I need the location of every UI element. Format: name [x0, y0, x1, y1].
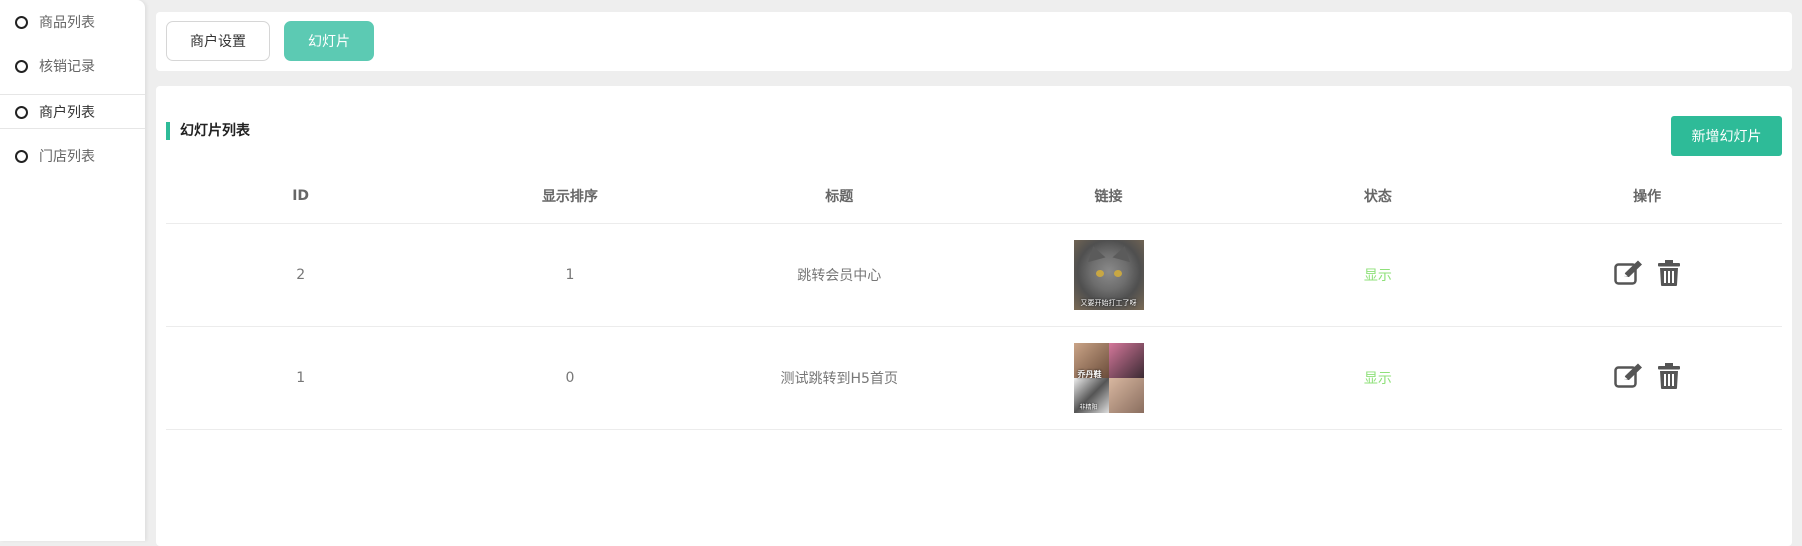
cell-id: 2	[296, 267, 306, 283]
sidebar-item-redemption-records[interactable]: 核销记录	[0, 44, 145, 88]
sidebar-item-label: 商户列表	[39, 105, 95, 121]
thumbnail-caption: 非精阳	[1079, 404, 1098, 411]
tab-bar: 商户设置 幻灯片	[156, 12, 1792, 71]
circle-icon	[15, 105, 28, 119]
sidebar: 商品列表 核销记录 商户列表 门店列表	[0, 0, 145, 541]
tab-merchant-settings[interactable]: 商户设置	[166, 21, 270, 61]
table-row: 2 1 跳转会员中心 又要开始打工了呀 显示	[166, 224, 1782, 327]
edit-icon[interactable]	[1614, 260, 1644, 290]
column-header-status: 状态	[1363, 188, 1392, 205]
circle-icon	[15, 149, 28, 163]
column-header-actions: 操作	[1633, 188, 1662, 205]
column-header-sort: 显示排序	[541, 188, 598, 205]
trash-icon[interactable]	[1658, 363, 1681, 393]
slide-thumbnail[interactable]: 又要开始打工了呀	[1073, 240, 1144, 310]
slideshow-panel: 幻灯片列表 新增幻灯片 ID 显示排序 标题 链接 状态 操作 2 1 跳转会员…	[156, 86, 1792, 546]
cell-link: 乔丹鞋 非精阳	[974, 343, 1243, 413]
slides-table: ID 显示排序 标题 链接 状态 操作 2 1 跳转会员中心 又要开始打工了呀 …	[166, 168, 1782, 430]
circle-icon	[15, 59, 28, 73]
add-slide-button[interactable]: 新增幻灯片	[1671, 116, 1782, 156]
thumbnail-caption: 乔丹鞋	[1077, 370, 1102, 379]
column-header-link: 链接	[1094, 188, 1123, 205]
circle-icon	[15, 15, 28, 29]
column-header-title: 标题	[825, 188, 854, 205]
sidebar-item-products[interactable]: 商品列表	[0, 0, 145, 44]
divider	[0, 128, 145, 129]
cell-actions	[1512, 260, 1781, 290]
table-header: ID 显示排序 标题 链接 状态 操作	[166, 168, 1782, 224]
edit-icon[interactable]	[1614, 363, 1644, 393]
sidebar-item-label: 核销记录	[39, 59, 95, 75]
table-row: 1 0 测试跳转到H5首页 乔丹鞋 非精阳 显示	[166, 327, 1782, 430]
thumbnail-caption: 又要开始打工了呀	[1080, 299, 1137, 307]
column-header-id: ID	[292, 187, 310, 204]
sidebar-item-label: 门店列表	[39, 149, 95, 165]
trash-icon[interactable]	[1658, 260, 1681, 290]
tab-slideshow[interactable]: 幻灯片	[284, 21, 374, 61]
cell-sort: 1	[565, 267, 575, 283]
cell-sort: 0	[565, 370, 575, 386]
cell-link: 又要开始打工了呀	[974, 240, 1243, 310]
status-badge: 显示	[1363, 371, 1392, 387]
cell-title: 跳转会员中心	[797, 268, 882, 284]
sidebar-item-stores[interactable]: 门店列表	[0, 134, 145, 178]
sidebar-item-label: 商品列表	[39, 15, 95, 31]
status-badge: 显示	[1363, 268, 1392, 284]
section-title: 幻灯片列表	[166, 122, 250, 140]
cell-actions	[1512, 363, 1781, 393]
cell-title: 测试跳转到H5首页	[780, 371, 898, 387]
slide-thumbnail[interactable]: 乔丹鞋 非精阳	[1073, 343, 1144, 413]
cell-id: 1	[296, 370, 306, 386]
